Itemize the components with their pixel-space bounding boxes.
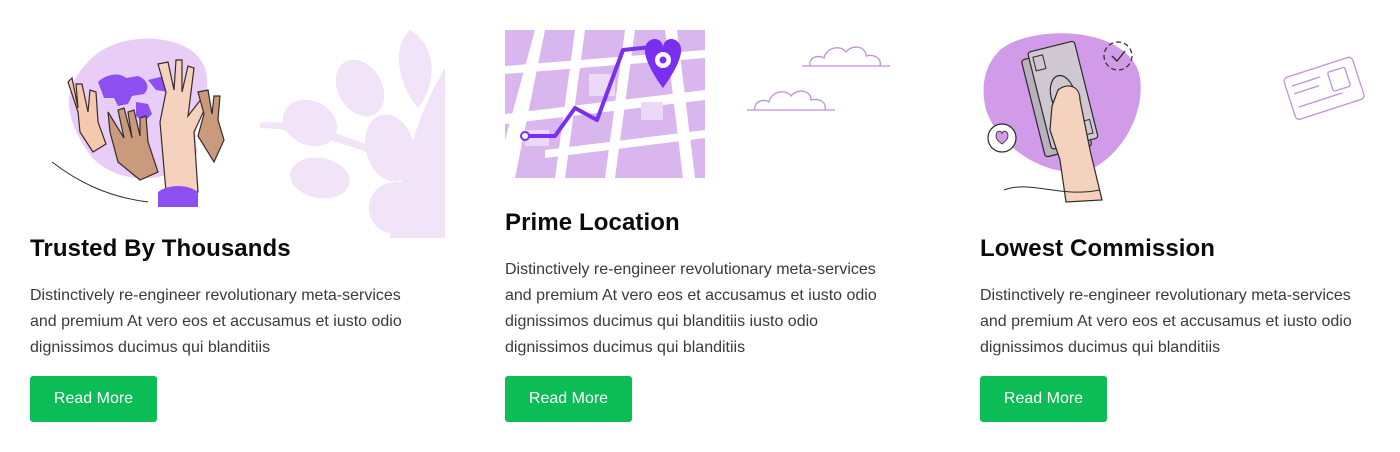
raised-hands-globe-icon <box>51 38 225 207</box>
feature-card-trusted: Trusted By Thousands Distinctively re-en… <box>30 0 470 452</box>
card-title: Trusted By Thousands <box>30 235 291 262</box>
card-title: Prime Location <box>505 209 680 236</box>
cloud-icon <box>747 90 835 111</box>
card-illustration <box>505 0 945 240</box>
read-more-button[interactable]: Read More <box>30 376 157 422</box>
map-pin-route-icon <box>505 30 705 178</box>
card-illustration <box>30 0 470 240</box>
cloud-icon <box>802 46 890 67</box>
card-description: Distinctively re-engineer revolutionary … <box>30 287 402 356</box>
hand-cash-icon <box>983 33 1141 203</box>
feature-card-commission: Lowest Commission Distinctively re-engin… <box>980 0 1400 452</box>
card-title: Lowest Commission <box>980 235 1216 262</box>
feature-card-location: Prime Location Distinctively re-engineer… <box>505 0 945 452</box>
card-document-icon <box>1283 56 1365 120</box>
read-more-button[interactable]: Read More <box>980 376 1107 422</box>
card-illustration <box>980 0 1400 240</box>
read-more-button[interactable]: Read More <box>505 376 632 422</box>
card-description: Distinctively re-engineer revolutionary … <box>505 261 877 356</box>
card-description: Distinctively re-engineer revolutionary … <box>980 287 1352 356</box>
leaf-decoration-icon <box>260 30 445 238</box>
